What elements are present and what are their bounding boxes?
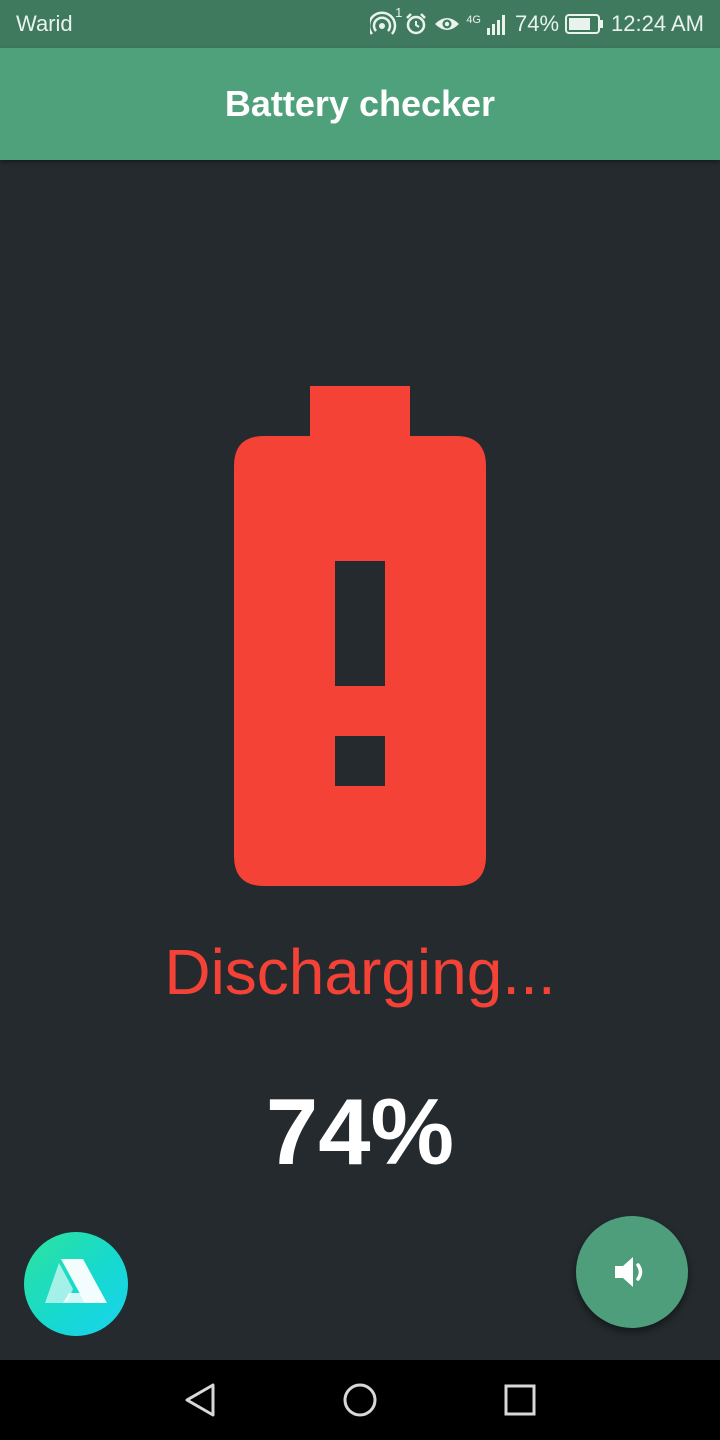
back-button[interactable] [178, 1378, 222, 1422]
battery-alert-icon [234, 386, 486, 891]
hotspot-icon: 1 [370, 5, 402, 37]
carrier-name: Warid [16, 11, 73, 36]
alarm-icon [404, 12, 428, 36]
battery-percentage: 74% [265, 1079, 455, 1184]
status-bar: Warid 1 4G 74% 12:24 AM [0, 0, 720, 48]
clock: 12:24 AM [611, 11, 704, 36]
back-icon [185, 1383, 215, 1417]
app-logo-button[interactable] [24, 1232, 128, 1336]
volume-icon [615, 1257, 643, 1287]
eye-icon [434, 14, 460, 34]
battery-status-icon [565, 13, 605, 35]
app-bar: Battery checker [0, 48, 720, 160]
sound-toggle-button[interactable] [576, 1216, 688, 1328]
app-title: Battery checker [224, 83, 496, 124]
recents-button[interactable] [498, 1378, 542, 1422]
navigation-bar [0, 1360, 720, 1440]
home-icon [343, 1383, 377, 1417]
hotspot-badge: 1 [395, 5, 403, 20]
home-button[interactable] [338, 1378, 382, 1422]
network-type-label: 4G [466, 13, 481, 26]
app-logo-icon [45, 1259, 107, 1303]
signal-icon [487, 13, 509, 35]
recents-icon [504, 1384, 536, 1416]
charging-status-text: Discharging... [164, 936, 556, 1008]
battery-percent-label: 74% [515, 11, 560, 36]
status-icons: 1 4G 74% 12:24 AM [370, 5, 704, 40]
